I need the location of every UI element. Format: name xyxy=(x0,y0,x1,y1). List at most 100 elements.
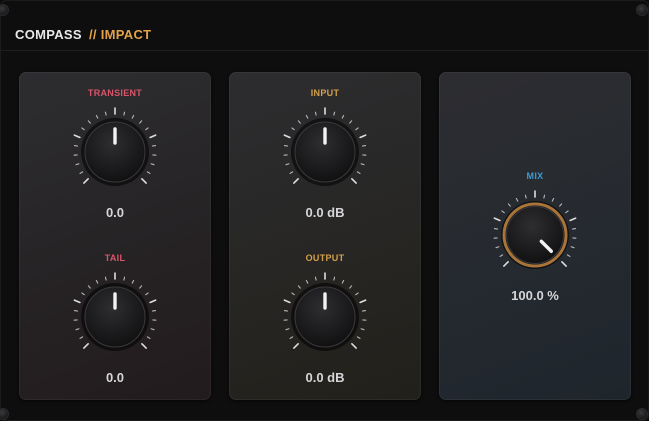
knob-tick xyxy=(87,120,91,124)
knob-tick xyxy=(297,285,301,289)
knob-tick xyxy=(79,336,84,339)
knob-tick xyxy=(283,134,291,139)
knob-tick xyxy=(355,127,359,131)
knob-tick xyxy=(149,134,157,139)
knob-tick xyxy=(355,292,359,296)
knob-tick xyxy=(75,163,80,166)
mix-label: MIX xyxy=(526,171,544,181)
knob-tick xyxy=(515,197,519,202)
knob-tick xyxy=(351,178,357,184)
knob-tick xyxy=(285,328,290,331)
knob-tick xyxy=(104,111,107,116)
knob-tick xyxy=(305,279,309,284)
input-label: INPUT xyxy=(310,88,340,98)
knob-body xyxy=(506,206,564,264)
knob-tick xyxy=(305,114,309,119)
knob-tick xyxy=(123,111,126,116)
plugin-window: COMPASS // IMPACT TRANSIENT 0.0 TAIL 0.0… xyxy=(0,0,649,421)
knob-tick xyxy=(139,120,143,124)
knob-tick xyxy=(543,194,546,199)
knob-tick xyxy=(341,114,345,119)
knob-tick xyxy=(559,203,563,207)
input-knob[interactable] xyxy=(277,104,373,200)
tail-value: 0.0 xyxy=(105,370,125,385)
knob-tick xyxy=(561,261,567,267)
knob-tick xyxy=(524,194,527,199)
tail-label: TAIL xyxy=(104,253,126,263)
knob-tick xyxy=(503,261,509,267)
knob-tick xyxy=(141,178,147,184)
input-value: 0.0 dB xyxy=(305,205,345,220)
knob-tick xyxy=(81,292,85,296)
knob-tick xyxy=(501,210,505,214)
knob-tick xyxy=(359,134,367,139)
knob-tick xyxy=(145,292,149,296)
knob-tick xyxy=(87,285,91,289)
knob-tick xyxy=(360,328,365,331)
knob-tick xyxy=(566,254,571,257)
knob-tick xyxy=(291,292,295,296)
knob-tick xyxy=(314,111,317,116)
knob-tick xyxy=(289,336,294,339)
knob-tick xyxy=(569,217,577,222)
knob-tick xyxy=(570,246,575,249)
knob-tick xyxy=(499,254,504,257)
knob-tick xyxy=(333,111,336,116)
knob-tick xyxy=(291,127,295,131)
knob-tick xyxy=(349,120,353,124)
knob-tick xyxy=(495,246,500,249)
knob-tick xyxy=(551,197,555,202)
knob-tick xyxy=(360,163,365,166)
knob-tick xyxy=(493,217,501,222)
knob-tick xyxy=(73,134,81,139)
knob-tick xyxy=(95,114,99,119)
knob-tick xyxy=(283,299,291,304)
tail-knob[interactable] xyxy=(67,269,163,365)
knob-tick xyxy=(565,210,569,214)
knob-tick xyxy=(293,343,299,349)
output-value: 0.0 dB xyxy=(305,370,345,385)
knob-tick xyxy=(351,343,357,349)
transient-tail-panel: TRANSIENT 0.0 TAIL 0.0 xyxy=(19,72,211,400)
knob-tick xyxy=(104,276,107,281)
knob-tick xyxy=(123,276,126,281)
knob-tick xyxy=(81,127,85,131)
mix-value: 100.0 % xyxy=(511,288,559,303)
section-title: // IMPACT xyxy=(89,27,152,42)
screw-icon xyxy=(0,408,9,420)
knob-tick xyxy=(75,328,80,331)
knob-tick xyxy=(139,285,143,289)
knob-tick xyxy=(359,299,367,304)
knob-tick xyxy=(95,279,99,284)
knob-tick xyxy=(141,343,147,349)
knob-tick xyxy=(150,328,155,331)
knob-tick xyxy=(356,336,361,339)
knob-tick xyxy=(149,299,157,304)
brand-title: COMPASS xyxy=(15,27,82,42)
knob-tick xyxy=(73,299,81,304)
knob-tick xyxy=(150,163,155,166)
knob-tick xyxy=(83,178,89,184)
header-bar: COMPASS // IMPACT xyxy=(1,1,649,51)
input-output-panel: INPUT 0.0 dB OUTPUT 0.0 dB xyxy=(229,72,421,400)
screw-icon xyxy=(636,4,648,16)
knob-tick xyxy=(314,276,317,281)
transient-label: TRANSIENT xyxy=(87,88,143,98)
knob-tick xyxy=(507,203,511,207)
mix-knob[interactable] xyxy=(487,187,583,283)
knob-tick xyxy=(293,178,299,184)
transient-value: 0.0 xyxy=(105,205,125,220)
output-knob[interactable] xyxy=(277,269,373,365)
transient-knob[interactable] xyxy=(67,104,163,200)
knob-tick xyxy=(131,114,135,119)
knob-tick xyxy=(83,343,89,349)
mix-panel: MIX 100.0 % xyxy=(439,72,631,400)
screw-icon xyxy=(636,408,648,420)
knob-tick xyxy=(297,120,301,124)
knob-tick xyxy=(285,163,290,166)
knob-tick xyxy=(289,171,294,174)
knob-tick xyxy=(79,171,84,174)
knob-tick xyxy=(146,171,151,174)
knob-tick xyxy=(145,127,149,131)
knob-tick xyxy=(349,285,353,289)
